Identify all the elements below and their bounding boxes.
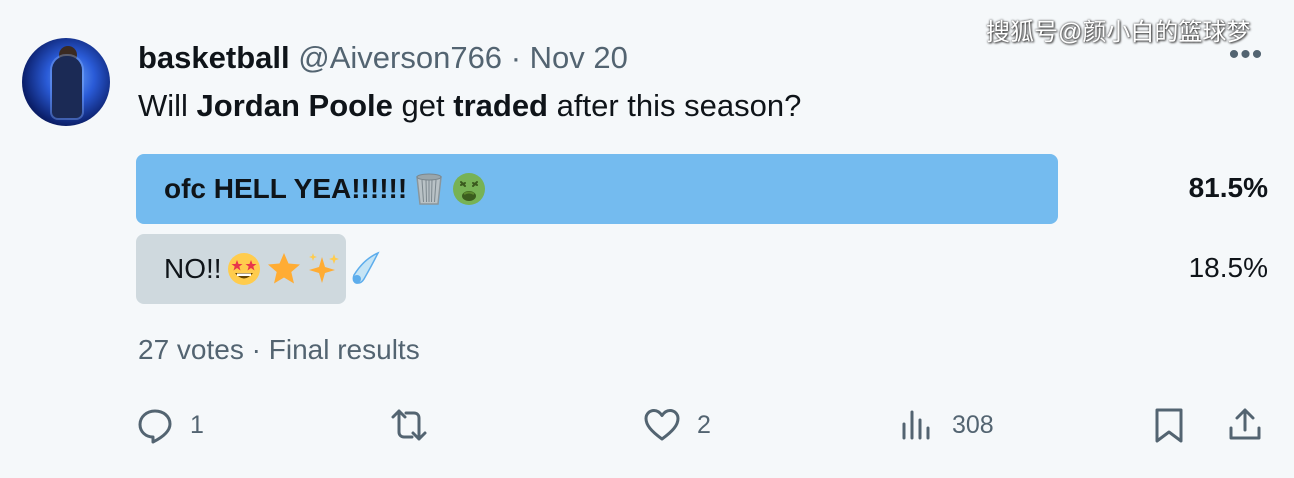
poll-option-text-1: ofc HELL YEA!!!!!! xyxy=(164,173,408,204)
footer-separator: · xyxy=(251,334,261,365)
star-struck-icon xyxy=(226,251,262,287)
tweet-header: basketball @Aiverson766 · Nov 20 xyxy=(138,40,628,76)
views-button[interactable]: 308 xyxy=(898,406,994,444)
poll-percent-2: 18.5% xyxy=(1188,252,1268,283)
share-button[interactable] xyxy=(1226,406,1264,444)
action-bar: 1 2 308 xyxy=(0,400,1294,450)
poll-option-2: NO!! 18.5% xyxy=(136,234,1268,304)
views-chart-icon xyxy=(902,410,930,440)
poll-status: Final results xyxy=(268,334,420,365)
tweet-text-part: after this season? xyxy=(548,88,802,123)
poll-option-text-2: NO!! xyxy=(164,253,222,284)
star-icon xyxy=(266,251,302,287)
poll-option-label-1: ofc HELL YEA!!!!!! xyxy=(164,171,487,207)
poll-option-1: ofc HELL YEA!!!!!! 81.5% xyxy=(136,154,1268,224)
reply-count: 1 xyxy=(190,410,204,439)
tweet-card[interactable]: 搜狐号@颜小白的篮球梦 basketball @Aiverson766 · No… xyxy=(0,0,1294,478)
poll-footer: 27 votes · Final results xyxy=(138,334,420,366)
retweet-icon xyxy=(391,409,427,441)
nauseated-face-icon xyxy=(451,171,487,207)
more-options-icon[interactable]: ••• xyxy=(1228,40,1264,70)
poll-percent-1: 81.5% xyxy=(1188,172,1268,203)
vote-count: 27 votes xyxy=(138,334,244,365)
tweet-text-part: Will xyxy=(138,88,197,123)
bookmark-icon xyxy=(1155,408,1183,443)
wastebasket-icon xyxy=(411,171,447,207)
header-separator: · xyxy=(510,40,522,75)
tweet-text-part: Jordan Poole xyxy=(196,88,393,123)
sparkles-icon xyxy=(306,251,342,287)
tweet-text-part: get xyxy=(392,88,454,123)
poll-option-label-2: NO!! xyxy=(164,251,382,287)
like-button[interactable]: 2 xyxy=(643,406,711,444)
user-handle[interactable]: @Aiverson766 xyxy=(298,40,502,75)
tweet-text: Will Jordan Poole get traded after this … xyxy=(138,88,801,124)
comet-icon xyxy=(346,251,382,287)
bookmark-button[interactable] xyxy=(1150,406,1188,444)
avatar-figure xyxy=(52,56,82,118)
heart-icon xyxy=(644,409,680,441)
tweet-date[interactable]: Nov 20 xyxy=(530,40,628,75)
tweet-text-part: traded xyxy=(453,88,548,123)
like-count: 2 xyxy=(697,410,711,439)
retweet-button[interactable] xyxy=(390,406,444,444)
avatar[interactable] xyxy=(22,38,110,126)
reply-button[interactable]: 1 xyxy=(136,406,204,444)
views-count: 308 xyxy=(952,410,994,439)
display-name[interactable]: basketball xyxy=(138,40,290,75)
share-icon xyxy=(1229,408,1261,440)
watermark: 搜狐号@颜小白的篮球梦 xyxy=(986,19,1251,46)
reply-icon xyxy=(138,409,172,444)
